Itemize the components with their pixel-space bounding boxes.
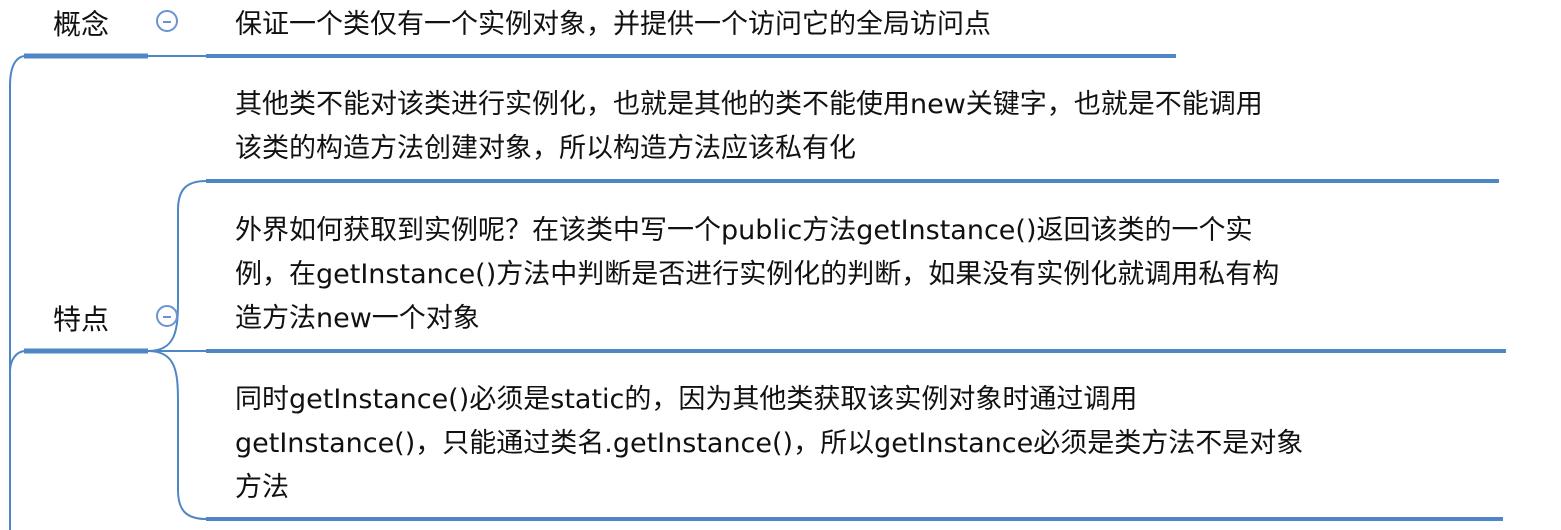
text-line: 方法 — [235, 472, 289, 503]
branch-label-concept[interactable]: 概念 — [53, 8, 109, 42]
connector-features-leaf-1 — [147, 180, 207, 352]
connector-features-leaf-3 — [147, 350, 207, 520]
collapse-minus-icon[interactable] — [156, 10, 178, 32]
text-line: 其他类不能对该类进行实例化，也就是其他的类不能使用new关键字，也就是不能调用 — [235, 89, 1263, 120]
text-line: 同时getInstance()必须是static的，因为其他类获取该实例对象时通… — [235, 384, 1138, 415]
text-line: getInstance()，只能通过类名.getInstance()，所以get… — [235, 428, 1304, 459]
root-connector-features — [9, 350, 27, 530]
feature-get-instance[interactable]: 外界如何获取到实例呢？在该类中写一个public方法getInstance()返… — [235, 209, 1279, 341]
text-line: 造方法new一个对象 — [235, 303, 480, 334]
text-line: 例，在getInstance()方法中判断是否进行实例化的判断，如果没有实例化就… — [235, 259, 1280, 290]
root-connector-concept — [9, 55, 27, 530]
text-line: 该类的构造方法创建对象，所以构造方法应该私有化 — [235, 133, 856, 164]
text-line: 保证一个类仅有一个实例对象，并提供一个访问它的全局访问点 — [235, 9, 991, 40]
branch-label-features[interactable]: 特点 — [53, 303, 109, 337]
concept-description[interactable]: 保证一个类仅有一个实例对象，并提供一个访问它的全局访问点 — [235, 3, 991, 47]
collapse-minus-icon[interactable] — [156, 305, 178, 327]
mindmap-canvas: 概念 特点 保证一个类仅有一个实例对象，并提供一个访问它的全局访问点 其他类不能… — [0, 0, 1561, 530]
feature-private-constructor[interactable]: 其他类不能对该类进行实例化，也就是其他的类不能使用new关键字，也就是不能调用 … — [235, 83, 1263, 171]
feature-static-method[interactable]: 同时getInstance()必须是static的，因为其他类获取该实例对象时通… — [235, 378, 1303, 510]
text-line: 外界如何获取到实例呢？在该类中写一个public方法getInstance()返… — [235, 215, 1253, 246]
